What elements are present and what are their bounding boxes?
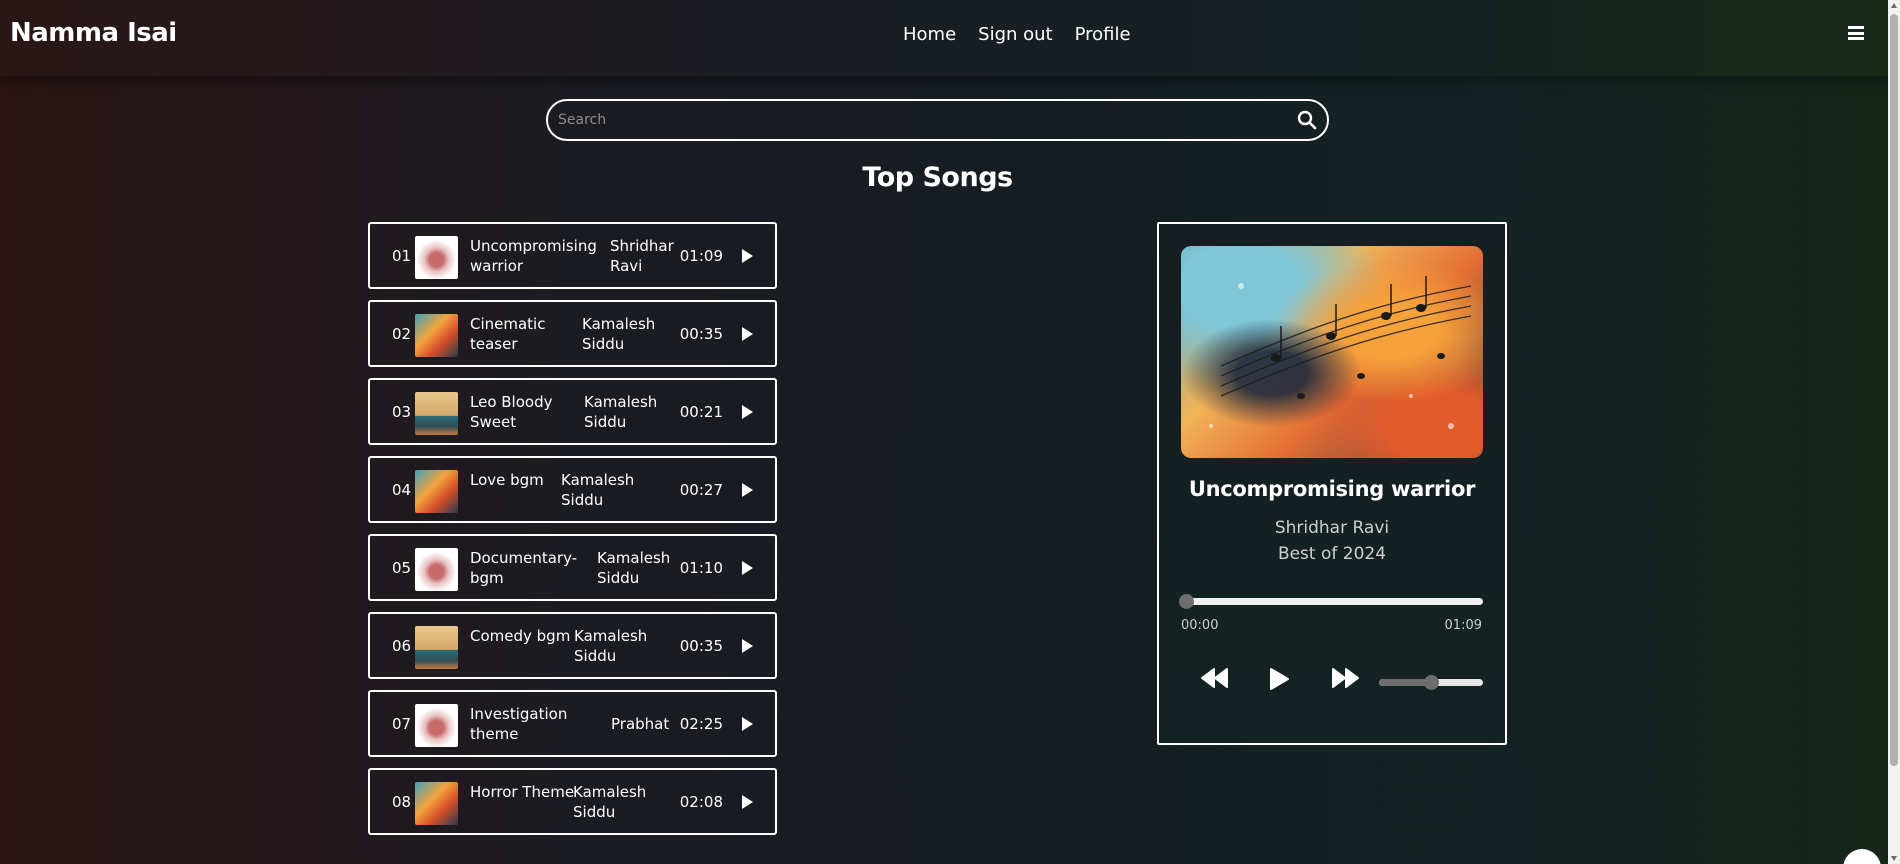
song-row[interactable]: 01 Uncompromising warrior Shridhar Ravi 01:… bbox=[368, 222, 777, 289]
nav-links: Home Sign out Profile bbox=[903, 24, 1131, 45]
song-duration: 00:35 bbox=[679, 637, 723, 655]
song-row[interactable]: 06 Comedy bgm Kamalesh Siddu 00:35 bbox=[368, 612, 777, 679]
song-row[interactable]: 03 Leo Bloody Sweet Kamalesh Siddu 00:21 bbox=[368, 378, 777, 445]
play-icon[interactable] bbox=[1268, 667, 1290, 691]
song-row[interactable]: 07 Investigation theme Prabhat 02:25 bbox=[368, 690, 777, 757]
player-song-title: Uncompromising warrior bbox=[1188, 477, 1476, 501]
progress-slider[interactable] bbox=[1179, 594, 1483, 609]
play-icon[interactable] bbox=[742, 249, 753, 263]
song-row[interactable]: 08 Horror Theme Kamalesh Siddu 02:08 bbox=[368, 768, 777, 835]
play-icon[interactable] bbox=[742, 561, 753, 575]
song-thumbnail-image bbox=[415, 236, 458, 279]
song-thumbnail-image bbox=[415, 548, 458, 591]
hamburger-menu-icon[interactable] bbox=[1848, 26, 1864, 40]
song-row[interactable]: 05 Documentary-bgm Kamalesh Siddu 01:10 bbox=[368, 534, 777, 601]
song-title: Leo Bloody Sweet bbox=[470, 393, 553, 431]
progress-knob[interactable] bbox=[1179, 594, 1194, 609]
volume-slider[interactable] bbox=[1379, 675, 1483, 690]
song-number: 08 bbox=[392, 793, 412, 811]
song-row[interactable]: 04 Love bgm Kamalesh Siddu 00:27 bbox=[368, 456, 777, 523]
scrollbar-thumb[interactable] bbox=[1890, 14, 1898, 766]
song-duration: 00:27 bbox=[679, 481, 723, 499]
album-cover-image bbox=[1181, 246, 1483, 458]
song-row[interactable]: 02 Cinematic teaser Kamalesh Siddu 00:35 bbox=[368, 300, 777, 367]
song-artist: Kamalesh Siddu bbox=[574, 627, 648, 665]
play-icon[interactable] bbox=[742, 327, 753, 341]
song-thumbnail-image bbox=[415, 314, 458, 357]
song-title: Investigation theme bbox=[470, 705, 568, 743]
song-artist: Kamalesh Siddu bbox=[573, 783, 647, 821]
page-scrollbar[interactable] bbox=[1888, 0, 1900, 864]
song-thumbnail-image bbox=[415, 392, 458, 435]
play-icon[interactable] bbox=[742, 483, 753, 497]
song-number: 06 bbox=[392, 637, 412, 655]
song-thumbnail-image bbox=[415, 626, 458, 669]
song-duration: 00:21 bbox=[679, 403, 723, 421]
current-time: 00:00 bbox=[1181, 618, 1219, 633]
song-thumbnail-image bbox=[415, 782, 458, 825]
song-title: Cinematic teaser bbox=[470, 315, 546, 353]
scroll-down-arrow-icon[interactable] bbox=[1891, 856, 1897, 861]
song-duration: 01:09 bbox=[679, 247, 723, 265]
song-list: 01 Uncompromising warrior Shridhar Ravi 01:… bbox=[368, 222, 777, 846]
nav-profile-link[interactable]: Profile bbox=[1075, 24, 1131, 45]
song-duration: 01:10 bbox=[679, 559, 723, 577]
song-thumbnail-image bbox=[415, 470, 458, 513]
song-artist: Kamalesh Siddu bbox=[597, 549, 671, 587]
song-thumbnail-image bbox=[415, 704, 458, 747]
player-artist: Shridhar Ravi bbox=[1274, 518, 1390, 538]
song-artist: Kamalesh Siddu bbox=[561, 471, 635, 509]
song-duration: 02:25 bbox=[679, 715, 723, 733]
scroll-up-arrow-icon[interactable] bbox=[1891, 3, 1897, 8]
song-number: 07 bbox=[392, 715, 412, 733]
song-duration: 00:35 bbox=[679, 325, 723, 343]
play-icon[interactable] bbox=[742, 405, 753, 419]
song-title: Documentary-bgm bbox=[470, 549, 578, 587]
song-number: 03 bbox=[392, 403, 412, 421]
song-number: 04 bbox=[392, 481, 412, 499]
top-navbar: Namma Isai Home Sign out Profile bbox=[0, 0, 1888, 76]
song-number: 05 bbox=[392, 559, 412, 577]
song-title: Uncompromising warrior bbox=[470, 237, 597, 275]
player-album: Best of 2024 bbox=[1277, 544, 1387, 564]
play-icon[interactable] bbox=[742, 795, 753, 809]
search-input[interactable] bbox=[558, 112, 1278, 128]
nav-home-link[interactable]: Home bbox=[903, 24, 956, 45]
volume-knob[interactable] bbox=[1424, 675, 1439, 690]
play-icon[interactable] bbox=[742, 717, 753, 731]
song-artist: Kamalesh Siddu bbox=[582, 315, 656, 353]
nav-sign-out-link[interactable]: Sign out bbox=[978, 24, 1052, 45]
search-bar bbox=[546, 99, 1329, 141]
fast-forward-icon[interactable] bbox=[1331, 667, 1361, 689]
song-duration: 02:08 bbox=[679, 793, 723, 811]
rewind-icon[interactable] bbox=[1199, 667, 1229, 689]
floating-chat-button[interactable] bbox=[1843, 849, 1881, 864]
brand-logo[interactable]: Namma Isai bbox=[10, 18, 177, 48]
total-time: 01:09 bbox=[1444, 618, 1482, 633]
play-icon[interactable] bbox=[742, 639, 753, 653]
section-title: Top Songs bbox=[862, 162, 1013, 193]
song-number: 02 bbox=[392, 325, 412, 343]
song-number: 01 bbox=[392, 247, 412, 265]
music-player: Uncompromising warrior Shridhar Ravi Bes… bbox=[1157, 222, 1507, 745]
search-icon[interactable] bbox=[1297, 110, 1317, 130]
song-artist: Kamalesh Siddu bbox=[584, 393, 658, 431]
